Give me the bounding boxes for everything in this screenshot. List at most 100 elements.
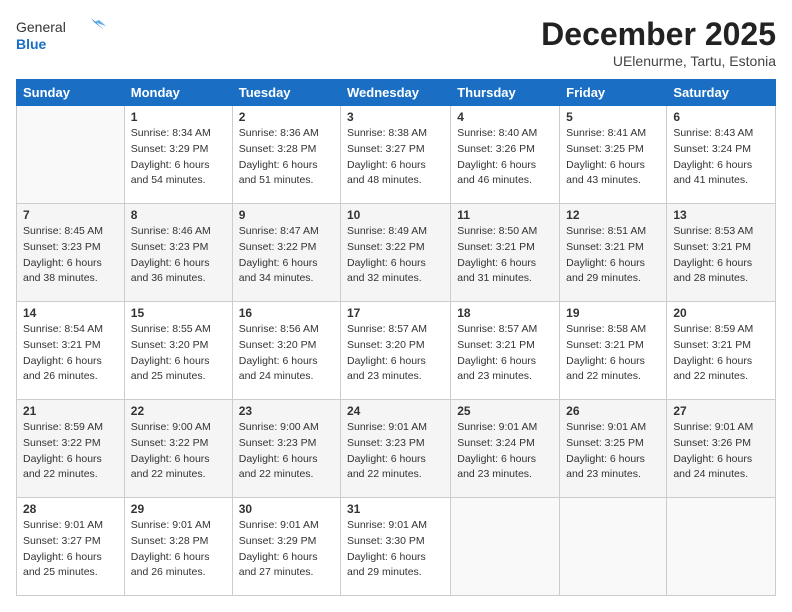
day-info: Sunrise: 8:54 AMSunset: 3:21 PMDaylight:…: [23, 323, 103, 382]
day-cell: 9 Sunrise: 8:47 AMSunset: 3:22 PMDayligh…: [232, 204, 340, 302]
day-info: Sunrise: 9:01 AMSunset: 3:25 PMDaylight:…: [566, 421, 646, 480]
day-cell: 5 Sunrise: 8:41 AMSunset: 3:25 PMDayligh…: [560, 106, 667, 204]
day-number: 16: [239, 306, 334, 320]
day-cell: 19 Sunrise: 8:58 AMSunset: 3:21 PMDaylig…: [560, 302, 667, 400]
day-number: 25: [457, 404, 553, 418]
day-info: Sunrise: 9:01 AMSunset: 3:28 PMDaylight:…: [131, 519, 211, 578]
day-number: 1: [131, 110, 226, 124]
day-number: 27: [673, 404, 769, 418]
day-number: 28: [23, 502, 118, 516]
weekday-header-row: Sunday Monday Tuesday Wednesday Thursday…: [17, 80, 776, 106]
month-title: December 2025: [541, 16, 776, 53]
day-cell: 28 Sunrise: 9:01 AMSunset: 3:27 PMDaylig…: [17, 498, 125, 596]
day-cell: 4 Sunrise: 8:40 AMSunset: 3:26 PMDayligh…: [451, 106, 560, 204]
day-number: 20: [673, 306, 769, 320]
day-cell: 6 Sunrise: 8:43 AMSunset: 3:24 PMDayligh…: [667, 106, 776, 204]
day-number: 4: [457, 110, 553, 124]
day-cell: 12 Sunrise: 8:51 AMSunset: 3:21 PMDaylig…: [560, 204, 667, 302]
day-info: Sunrise: 8:57 AMSunset: 3:21 PMDaylight:…: [457, 323, 537, 382]
day-cell: 1 Sunrise: 8:34 AMSunset: 3:29 PMDayligh…: [124, 106, 232, 204]
day-cell: [560, 498, 667, 596]
day-number: 6: [673, 110, 769, 124]
day-cell: 29 Sunrise: 9:01 AMSunset: 3:28 PMDaylig…: [124, 498, 232, 596]
header: General Blue December 2025 UElenurme, Ta…: [16, 16, 776, 69]
day-number: 13: [673, 208, 769, 222]
day-number: 31: [347, 502, 444, 516]
day-info: Sunrise: 8:36 AMSunset: 3:28 PMDaylight:…: [239, 127, 319, 186]
day-cell: [17, 106, 125, 204]
day-cell: 18 Sunrise: 8:57 AMSunset: 3:21 PMDaylig…: [451, 302, 560, 400]
day-info: Sunrise: 8:50 AMSunset: 3:21 PMDaylight:…: [457, 225, 537, 284]
day-info: Sunrise: 9:01 AMSunset: 3:30 PMDaylight:…: [347, 519, 427, 578]
day-number: 24: [347, 404, 444, 418]
header-friday: Friday: [560, 80, 667, 106]
day-cell: 22 Sunrise: 9:00 AMSunset: 3:22 PMDaylig…: [124, 400, 232, 498]
day-number: 8: [131, 208, 226, 222]
day-info: Sunrise: 8:53 AMSunset: 3:21 PMDaylight:…: [673, 225, 753, 284]
day-cell: 25 Sunrise: 9:01 AMSunset: 3:24 PMDaylig…: [451, 400, 560, 498]
calendar-table: Sunday Monday Tuesday Wednesday Thursday…: [16, 79, 776, 596]
day-cell: 24 Sunrise: 9:01 AMSunset: 3:23 PMDaylig…: [341, 400, 451, 498]
day-number: 5: [566, 110, 660, 124]
day-cell: 15 Sunrise: 8:55 AMSunset: 3:20 PMDaylig…: [124, 302, 232, 400]
day-info: Sunrise: 8:34 AMSunset: 3:29 PMDaylight:…: [131, 127, 211, 186]
logo-svg: General Blue: [16, 16, 106, 58]
day-cell: 7 Sunrise: 8:45 AMSunset: 3:23 PMDayligh…: [17, 204, 125, 302]
day-info: Sunrise: 9:01 AMSunset: 3:23 PMDaylight:…: [347, 421, 427, 480]
day-info: Sunrise: 9:01 AMSunset: 3:27 PMDaylight:…: [23, 519, 103, 578]
day-number: 7: [23, 208, 118, 222]
day-number: 29: [131, 502, 226, 516]
day-info: Sunrise: 8:45 AMSunset: 3:23 PMDaylight:…: [23, 225, 103, 284]
day-cell: 10 Sunrise: 8:49 AMSunset: 3:22 PMDaylig…: [341, 204, 451, 302]
svg-text:General: General: [16, 19, 66, 35]
week-row-2: 14 Sunrise: 8:54 AMSunset: 3:21 PMDaylig…: [17, 302, 776, 400]
day-number: 11: [457, 208, 553, 222]
day-info: Sunrise: 8:58 AMSunset: 3:21 PMDaylight:…: [566, 323, 646, 382]
day-info: Sunrise: 9:01 AMSunset: 3:29 PMDaylight:…: [239, 519, 319, 578]
day-info: Sunrise: 8:56 AMSunset: 3:20 PMDaylight:…: [239, 323, 319, 382]
day-cell: 27 Sunrise: 9:01 AMSunset: 3:26 PMDaylig…: [667, 400, 776, 498]
header-sunday: Sunday: [17, 80, 125, 106]
day-number: 2: [239, 110, 334, 124]
day-number: 23: [239, 404, 334, 418]
day-number: 12: [566, 208, 660, 222]
page: General Blue December 2025 UElenurme, Ta…: [0, 0, 792, 612]
day-number: 26: [566, 404, 660, 418]
header-saturday: Saturday: [667, 80, 776, 106]
day-cell: 26 Sunrise: 9:01 AMSunset: 3:25 PMDaylig…: [560, 400, 667, 498]
day-cell: [667, 498, 776, 596]
day-info: Sunrise: 9:01 AMSunset: 3:24 PMDaylight:…: [457, 421, 537, 480]
day-number: 9: [239, 208, 334, 222]
day-cell: 8 Sunrise: 8:46 AMSunset: 3:23 PMDayligh…: [124, 204, 232, 302]
day-info: Sunrise: 9:00 AMSunset: 3:23 PMDaylight:…: [239, 421, 319, 480]
day-cell: 23 Sunrise: 9:00 AMSunset: 3:23 PMDaylig…: [232, 400, 340, 498]
header-tuesday: Tuesday: [232, 80, 340, 106]
header-thursday: Thursday: [451, 80, 560, 106]
week-row-3: 21 Sunrise: 8:59 AMSunset: 3:22 PMDaylig…: [17, 400, 776, 498]
title-block: December 2025 UElenurme, Tartu, Estonia: [541, 16, 776, 69]
day-info: Sunrise: 8:55 AMSunset: 3:20 PMDaylight:…: [131, 323, 211, 382]
day-number: 19: [566, 306, 660, 320]
week-row-1: 7 Sunrise: 8:45 AMSunset: 3:23 PMDayligh…: [17, 204, 776, 302]
day-info: Sunrise: 8:59 AMSunset: 3:21 PMDaylight:…: [673, 323, 753, 382]
day-number: 17: [347, 306, 444, 320]
day-info: Sunrise: 8:43 AMSunset: 3:24 PMDaylight:…: [673, 127, 753, 186]
day-cell: 2 Sunrise: 8:36 AMSunset: 3:28 PMDayligh…: [232, 106, 340, 204]
day-info: Sunrise: 8:46 AMSunset: 3:23 PMDaylight:…: [131, 225, 211, 284]
day-info: Sunrise: 8:38 AMSunset: 3:27 PMDaylight:…: [347, 127, 427, 186]
day-info: Sunrise: 8:47 AMSunset: 3:22 PMDaylight:…: [239, 225, 319, 284]
day-info: Sunrise: 9:01 AMSunset: 3:26 PMDaylight:…: [673, 421, 753, 480]
day-cell: 21 Sunrise: 8:59 AMSunset: 3:22 PMDaylig…: [17, 400, 125, 498]
day-number: 10: [347, 208, 444, 222]
logo: General Blue: [16, 16, 106, 58]
day-info: Sunrise: 8:41 AMSunset: 3:25 PMDaylight:…: [566, 127, 646, 186]
day-cell: 31 Sunrise: 9:01 AMSunset: 3:30 PMDaylig…: [341, 498, 451, 596]
day-number: 3: [347, 110, 444, 124]
location-title: UElenurme, Tartu, Estonia: [541, 53, 776, 69]
header-monday: Monday: [124, 80, 232, 106]
day-number: 15: [131, 306, 226, 320]
day-info: Sunrise: 8:57 AMSunset: 3:20 PMDaylight:…: [347, 323, 427, 382]
day-info: Sunrise: 8:40 AMSunset: 3:26 PMDaylight:…: [457, 127, 537, 186]
day-cell: [451, 498, 560, 596]
day-cell: 13 Sunrise: 8:53 AMSunset: 3:21 PMDaylig…: [667, 204, 776, 302]
